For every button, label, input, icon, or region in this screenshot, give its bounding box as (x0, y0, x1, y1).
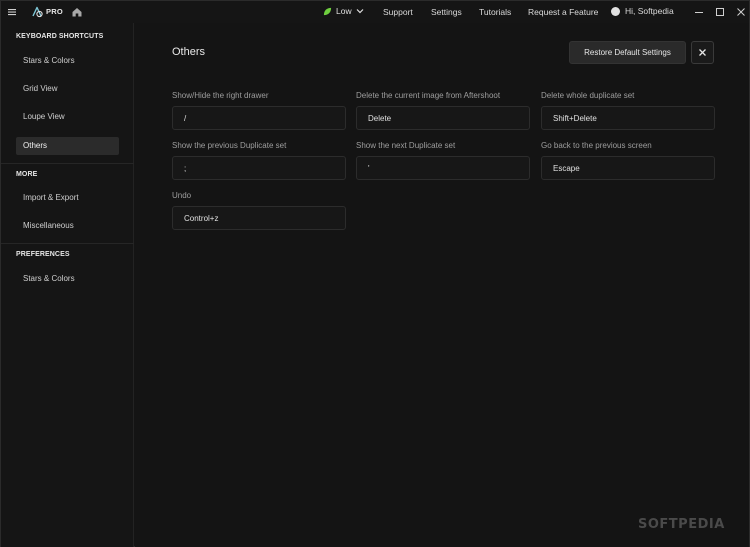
shortcut-label: Show/Hide the right drawer (172, 91, 269, 100)
maximize-icon[interactable] (714, 6, 726, 18)
section-more: MORE (16, 171, 38, 178)
section-preferences: PREFERENCES (16, 251, 70, 258)
title-bar: PRO Low Support Settings Tutorials Reque… (1, 1, 749, 23)
shortcut-field-toggle-drawer[interactable] (172, 106, 346, 130)
app-window: PRO Low Support Settings Tutorials Reque… (0, 0, 750, 547)
shortcut-field-delete-image[interactable] (356, 106, 530, 130)
sidebar-item-others[interactable]: Others (16, 137, 119, 155)
sidebar-item-loupe-view[interactable]: Loupe View (16, 108, 119, 126)
pro-badge: PRO (46, 7, 63, 16)
sidebar-item-pref-stars-colors[interactable]: Stars & Colors (16, 270, 119, 288)
chevron-down-icon (356, 9, 364, 14)
close-button[interactable] (691, 41, 714, 64)
user-menu[interactable]: Hi, Softpedia (611, 6, 674, 16)
nav-settings[interactable]: Settings (431, 7, 462, 17)
watermark: SOFTPEDIA (638, 517, 725, 532)
shortcut-field-previous-duplicate[interactable] (172, 156, 346, 180)
nav-tutorials[interactable]: Tutorials (479, 7, 511, 17)
sidebar: KEYBOARD SHORTCUTS Stars & Colors Grid V… (1, 23, 134, 547)
logo-icon (32, 6, 43, 18)
shortcut-label: Undo (172, 191, 192, 200)
quality-selector[interactable]: Low (323, 6, 364, 16)
home-icon[interactable] (71, 6, 83, 18)
sidebar-item-miscellaneous[interactable]: Miscellaneous (16, 217, 119, 235)
sidebar-divider (1, 163, 134, 164)
nav-support[interactable]: Support (383, 7, 413, 17)
sidebar-divider (1, 243, 134, 244)
shortcut-field-go-back[interactable] (541, 156, 715, 180)
shortcut-label: Show the previous Duplicate set (172, 141, 287, 150)
quality-label: Low (336, 6, 352, 16)
user-greeting: Hi, Softpedia (625, 6, 674, 16)
main-panel: Others Restore Default Settings Show/Hid… (135, 23, 749, 547)
shortcut-field-undo[interactable] (172, 206, 346, 230)
shortcut-field-delete-duplicate-set[interactable] (541, 106, 715, 130)
minimize-icon[interactable] (693, 6, 705, 18)
sidebar-item-grid-view[interactable]: Grid View (16, 80, 119, 98)
close-icon (699, 49, 706, 56)
close-window-icon[interactable] (735, 6, 747, 18)
leaf-icon (323, 7, 332, 15)
menu-icon[interactable] (7, 6, 19, 18)
shortcut-label: Show the next Duplicate set (356, 141, 456, 150)
shortcut-label: Delete the current image from Aftershoot (356, 91, 501, 100)
page-title: Others (172, 46, 206, 58)
shortcut-label: Go back to the previous screen (541, 141, 652, 150)
shortcut-field-next-duplicate[interactable] (356, 156, 530, 180)
nav-request-feature[interactable]: Request a Feature (528, 7, 598, 17)
shortcut-label: Delete whole duplicate set (541, 91, 635, 100)
avatar (611, 6, 620, 16)
restore-defaults-button[interactable]: Restore Default Settings (569, 41, 686, 64)
sidebar-item-import-export[interactable]: Import & Export (16, 189, 119, 207)
sidebar-item-stars-colors[interactable]: Stars & Colors (16, 52, 119, 70)
section-keyboard-shortcuts: KEYBOARD SHORTCUTS (16, 33, 104, 40)
